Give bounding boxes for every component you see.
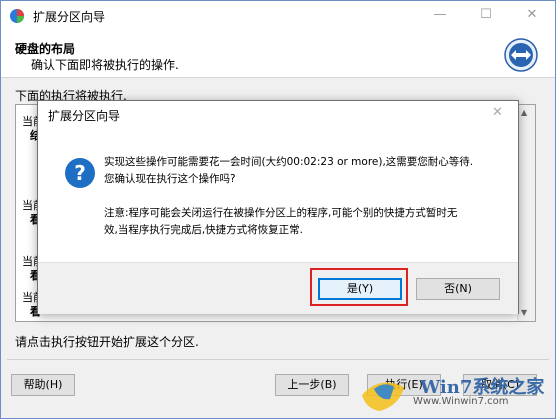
dialog-note-line1: 注意:程序可能会关闭运行在被操作分区上的程序,可能个别的快捷方式暂时无 xyxy=(104,207,458,219)
prev-button[interactable]: 上一步(B) xyxy=(275,374,349,396)
confirm-dialog: 扩展分区向导 ✕ ? 实现这些操作可能需要花一会时间(大约00:02:23 or… xyxy=(37,100,519,314)
dialog-title-bar: 扩展分区向导 ✕ xyxy=(38,101,518,129)
wizard-header: 硬盘的布局 确认下面即将被执行的操作. xyxy=(1,31,555,78)
svg-text:?: ? xyxy=(74,161,86,185)
no-button[interactable]: 否(N) xyxy=(416,278,500,300)
watermark-url: Www.Winwin7.com xyxy=(413,396,509,407)
maximize-button[interactable]: ☐ xyxy=(469,3,503,27)
dialog-footer: 是(Y) 否(N) xyxy=(38,262,518,314)
partition-app-icon xyxy=(10,9,24,23)
dialog-note-line2: 效,当程序执行完成后,快捷方式将恢复正常. xyxy=(104,224,304,236)
help-button[interactable]: 帮助(H) xyxy=(11,374,75,396)
scroll-down-icon[interactable]: ▼ xyxy=(521,308,527,317)
scroll-up-icon[interactable]: ▲ xyxy=(521,108,527,117)
dialog-message-line2: 您确认现在执行这个操作吗? xyxy=(104,173,236,185)
header-subtitle: 确认下面即将被执行的操作. xyxy=(31,58,179,72)
instruction-text: 请点击执行按钮开始扩展这个分区. xyxy=(15,335,199,349)
dialog-message-line1: 实现这些操作可能需要花一会时间(大约00:02:23 or more),这需要您… xyxy=(104,156,474,168)
close-button[interactable]: ✕ xyxy=(515,3,549,27)
window-title: 扩展分区向导 xyxy=(33,10,106,24)
header-title: 硬盘的布局 xyxy=(15,42,76,56)
question-icon: ? xyxy=(65,158,95,188)
dialog-title: 扩展分区向导 xyxy=(48,109,121,123)
dialog-close-button[interactable]: ✕ xyxy=(492,105,503,120)
title-bar: 扩展分区向导 — ☐ ✕ xyxy=(1,1,555,31)
resize-arrows-icon xyxy=(504,38,538,72)
list-scrollbar[interactable]: ▲ ▼ xyxy=(517,105,535,321)
yes-button[interactable]: 是(Y) xyxy=(318,278,402,300)
minimize-button[interactable]: — xyxy=(423,3,457,27)
divider xyxy=(7,359,549,360)
